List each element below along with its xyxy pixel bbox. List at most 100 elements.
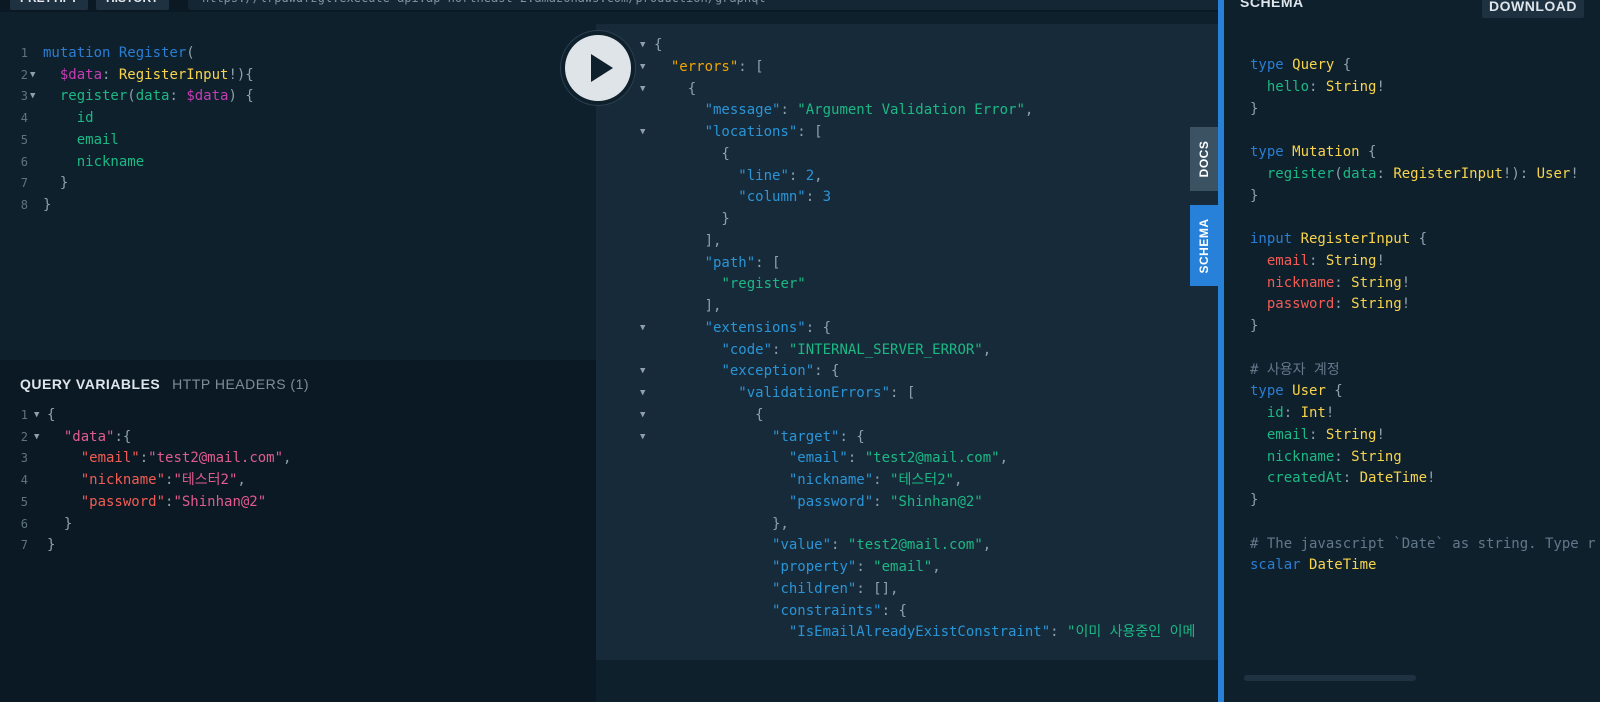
result-line: "password": "Shinhan@2" (596, 491, 1218, 513)
docs-tab[interactable]: DOCS (1190, 127, 1218, 191)
code-text: } (654, 211, 730, 227)
code-text: $data: RegisterInput!){ (59, 66, 254, 83)
fold-toggle-icon[interactable]: ▼ (640, 78, 645, 100)
code-text: } (47, 537, 56, 554)
query-line: 5 email (0, 129, 596, 151)
variable-line: 6 } (0, 513, 596, 535)
line-number: 7 (20, 538, 28, 553)
query-line: 3 ▼ register(data: $data) { (0, 85, 596, 107)
fold-toggle-icon[interactable]: ▼ (640, 404, 645, 426)
line-number: 1 (20, 46, 28, 60)
fold-toggle-icon[interactable]: ▼ (640, 56, 645, 78)
download-button[interactable]: DOWNLOAD (1482, 0, 1584, 18)
code-text: { (654, 406, 764, 423)
code-text: { (654, 37, 663, 53)
code-text: } (1250, 187, 1259, 204)
result-line: "path": [ (596, 252, 1218, 274)
fold-toggle-icon[interactable]: ▼ (34, 426, 39, 448)
result-viewer: ▼{▼ "errors": [▼ { "message": "Argument … (596, 24, 1218, 660)
code-text: # 사용자 계정 (1250, 361, 1340, 378)
result-line: ▼ "extensions": { (596, 317, 1218, 339)
result-line: ], (596, 230, 1218, 252)
docs-tab-label: DOCS (1197, 140, 1211, 178)
result-line: } (596, 208, 1218, 230)
schema-tab[interactable]: SCHEMA (1190, 205, 1218, 286)
code-text: "exception": { (721, 363, 840, 380)
top-toolbar: PRETTIFY HISTORY https://lrpdwdfzgl.exec… (0, 0, 1218, 12)
line-number: 6 (20, 516, 28, 531)
execute-query-button[interactable] (565, 35, 631, 101)
schema-line: email: String! (1250, 250, 1600, 272)
code-text: scalar DateTime (1250, 557, 1377, 574)
result-line: "nickname": "테스터2", (596, 469, 1218, 491)
code-text: "constraints": { (772, 602, 907, 619)
fold-toggle-icon[interactable]: ▼ (640, 121, 645, 143)
code-text: } (1250, 318, 1259, 334)
fold-toggle-icon[interactable]: ▼ (640, 426, 645, 448)
fold-toggle-icon[interactable]: ▼ (640, 382, 645, 404)
result-line: "email": "test2@mail.com", (596, 447, 1218, 469)
schema-line: password: String! (1250, 293, 1600, 315)
tab-http-headers[interactable]: HTTP HEADERS (1) (172, 376, 309, 392)
fold-toggle-icon[interactable]: ▼ (30, 64, 35, 86)
horizontal-scrollbar[interactable] (1244, 675, 1416, 681)
tab-query-variables[interactable]: QUERY VARIABLES (20, 376, 160, 392)
schema-line: nickname: String! (1250, 272, 1600, 294)
fold-toggle-icon[interactable]: ▼ (640, 317, 645, 339)
history-button[interactable]: HISTORY (96, 0, 169, 10)
query-line: 2 ▼ $data: RegisterInput!){ (0, 64, 596, 86)
result-line: ▼ "target": { (596, 426, 1218, 448)
code-text: "extensions": { (704, 319, 832, 336)
result-line: "property": "email", (596, 556, 1218, 578)
schema-line: createdAt: DateTime! (1250, 467, 1600, 489)
result-line: "line": 2, (596, 165, 1218, 187)
schema-line: # The javascript `Date` as string. Type … (1250, 533, 1600, 555)
code-text: "nickname":"테스터2", (80, 472, 246, 489)
code-text: "nickname": "테스터2", (788, 472, 963, 488)
variable-line: 4 "nickname":"테스터2", (0, 469, 596, 491)
result-line: "constraints": { (596, 600, 1218, 622)
code-text: register(data: $data) { (59, 88, 254, 105)
code-text: "email": "test2@mail.com", (788, 450, 1009, 467)
endpoint-url-input[interactable]: https://lrpdwdfzgl.execute-api.ap-northe… (188, 0, 1218, 10)
fold-toggle-icon[interactable]: ▼ (34, 404, 39, 426)
code-text: { (47, 407, 56, 423)
query-line: 8} (0, 194, 596, 216)
code-text: ], (654, 232, 722, 249)
code-text: } (43, 196, 52, 213)
line-number: 6 (20, 154, 28, 169)
schema-line: } (1250, 98, 1600, 120)
code-text: "code": "INTERNAL_SERVER_ERROR", (721, 341, 992, 358)
fold-toggle-icon[interactable]: ▼ (30, 85, 35, 107)
variable-line: 3 "email":"test2@mail.com", (0, 447, 596, 469)
query-line: 1 mutation Register( (0, 42, 596, 64)
result-line: "message": "Argument Validation Error", (596, 99, 1218, 121)
code-text: email: String! (1266, 252, 1385, 269)
schema-line: type Mutation { (1250, 141, 1600, 163)
code-text: } (1250, 100, 1259, 117)
query-editor[interactable]: 1 mutation Register(2 ▼ $data: RegisterInp… (0, 24, 596, 360)
code-text: "email":"test2@mail.com", (80, 450, 292, 467)
code-text: "data":{ (63, 428, 132, 445)
line-number: 3 (20, 89, 28, 104)
schema-line: } (1250, 489, 1600, 511)
code-text: nickname (76, 153, 145, 170)
fold-toggle-icon[interactable]: ▼ (640, 34, 645, 56)
code-text: # The javascript `Date` as string. Type … (1250, 535, 1596, 552)
code-text: input RegisterInput { (1250, 231, 1428, 247)
schema-line: type User { (1250, 380, 1600, 402)
schema-line: scalar DateTime (1250, 554, 1600, 576)
schema-line (1250, 511, 1600, 533)
result-line: ▼{ (596, 34, 1218, 56)
code-text: "validationErrors": [ (738, 385, 916, 401)
result-line: { (596, 143, 1218, 165)
code-text: { (654, 80, 697, 97)
schema-line: type Query { (1250, 54, 1600, 76)
code-text: "password":"Shinhan@2" (80, 493, 267, 510)
code-text: "IsEmailAlreadyExistConstraint": "이미 사용중… (788, 624, 1196, 641)
prettify-button[interactable]: PRETTIFY (10, 0, 89, 10)
fold-toggle-icon[interactable]: ▼ (640, 360, 645, 382)
variables-editor[interactable]: 1 ▼ {2 ▼ "data":{3 "email":"test2@mail.com"… (0, 404, 596, 694)
code-text: type Query { (1250, 57, 1352, 73)
code-text: type User { (1250, 383, 1343, 400)
